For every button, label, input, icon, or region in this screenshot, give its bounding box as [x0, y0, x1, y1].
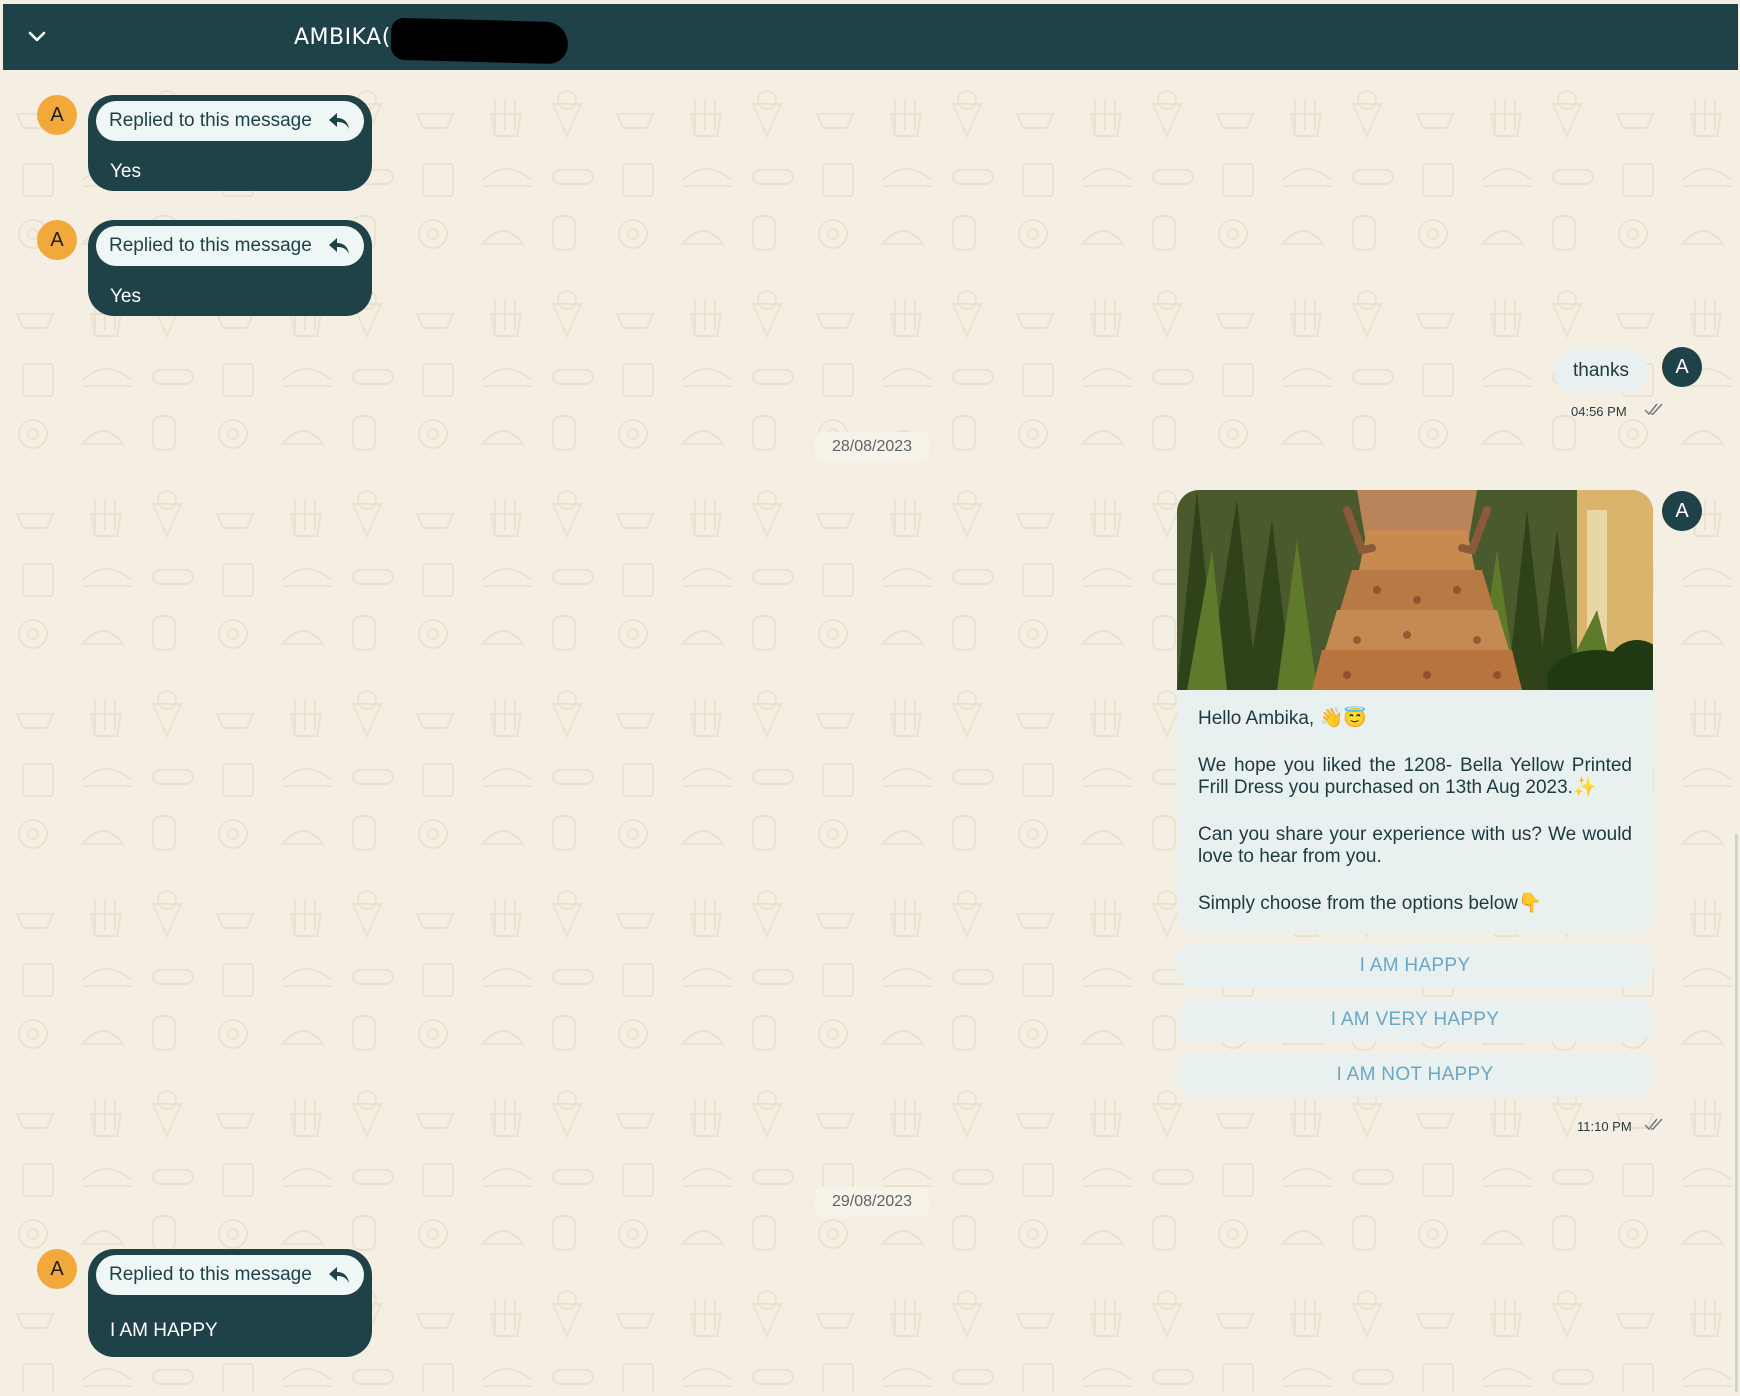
date-separator: 29/08/2023 — [815, 1187, 929, 1217]
incoming-reply-bubble: Replied to this message Yes — [88, 95, 372, 191]
incoming-reply-bubble: Replied to this message Yes — [88, 220, 372, 316]
contact-avatar: A — [37, 95, 77, 135]
date-separator: 28/08/2023 — [815, 432, 929, 462]
quick-reply-button[interactable]: I AM HAPPY — [1177, 944, 1653, 988]
agent-avatar: A — [1662, 491, 1702, 531]
template-paragraph: Can you share your experience with us? W… — [1198, 824, 1632, 867]
message-time: 04:56 PM — [1571, 404, 1627, 419]
replied-context-label: Replied to this message — [109, 235, 312, 256]
date-label: 29/08/2023 — [831, 1193, 913, 1210]
chevron-down-icon[interactable] — [25, 25, 49, 49]
message-text: Yes — [110, 161, 141, 182]
template-message-card: Hello Ambika, 👋😇 We hope you liked the 1… — [1177, 490, 1653, 934]
redaction-mark — [390, 17, 569, 65]
chat-window: AMBIKA(+ A Replied to this message Yes A… — [3, 4, 1738, 1392]
product-image[interactable] — [1177, 490, 1653, 690]
message-time: 11:10 PM — [1577, 1119, 1632, 1134]
replied-context-chip[interactable]: Replied to this message — [96, 101, 364, 141]
double-check-icon — [1644, 403, 1663, 416]
scrollbar[interactable] — [1735, 834, 1738, 1392]
replied-context-label: Replied to this message — [109, 110, 312, 131]
replied-context-chip[interactable]: Replied to this message — [96, 1255, 364, 1295]
message-text: Yes — [110, 286, 141, 307]
template-greeting: Hello Ambika, 👋😇 — [1198, 708, 1367, 729]
contact-avatar: A — [37, 1249, 77, 1289]
replied-context-label: Replied to this message — [109, 1264, 312, 1285]
quick-reply-button[interactable]: I AM NOT HAPPY — [1177, 1053, 1653, 1097]
reply-arrow-icon — [329, 113, 349, 129]
template-paragraph: Simply choose from the options below👇 — [1198, 893, 1542, 914]
message-text: I AM HAPPY — [110, 1320, 218, 1341]
quick-reply-button[interactable]: I AM VERY HAPPY — [1177, 998, 1653, 1042]
agent-avatar: A — [1662, 347, 1702, 387]
reply-arrow-icon — [329, 238, 349, 254]
replied-context-chip[interactable]: Replied to this message — [96, 226, 364, 266]
reply-arrow-icon — [329, 1267, 349, 1283]
chat-header: AMBIKA(+ — [3, 4, 1738, 70]
contact-avatar: A — [37, 220, 77, 260]
template-paragraph: We hope you liked the 1208- Bella Yellow… — [1198, 755, 1632, 798]
outgoing-message-bubble: thanks — [1554, 349, 1648, 393]
date-label: 28/08/2023 — [831, 438, 913, 455]
template-body: Hello Ambika, 👋😇 We hope you liked the 1… — [1198, 708, 1632, 915]
double-check-icon — [1644, 1118, 1663, 1131]
message-text: thanks — [1573, 360, 1629, 381]
incoming-reply-bubble: Replied to this message I AM HAPPY — [88, 1249, 372, 1357]
